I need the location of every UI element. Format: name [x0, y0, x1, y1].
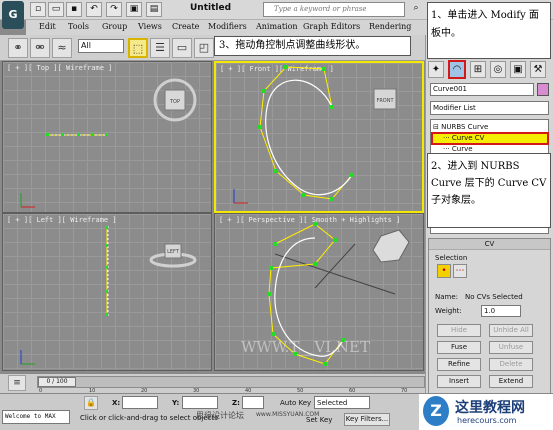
selection-group-label: Selection — [435, 254, 468, 262]
select-by-name-icon[interactable]: ☰ — [150, 38, 170, 58]
menu-tools[interactable]: Tools — [68, 22, 89, 31]
front-cv-lines — [259, 66, 353, 200]
viewport-front-canvas: FRONT — [233, 65, 397, 204]
selected-dropdown[interactable]: Selected — [314, 396, 370, 409]
name-label: Name: — [435, 293, 459, 301]
viewport-left-canvas: LEFT — [20, 226, 197, 365]
viewcube-front-text: FRONT — [376, 98, 394, 104]
auto-key-label[interactable]: Auto Key — [280, 399, 311, 407]
menu-views[interactable]: Views — [138, 22, 162, 31]
stack-item-label: Curve CV — [451, 134, 485, 142]
insert-button[interactable]: Insert — [437, 375, 481, 388]
menu-modifiers[interactable]: Modifiers — [208, 22, 247, 31]
viewport-top-canvas: TOP — [20, 78, 197, 208]
weight-label: Weight: — [435, 307, 462, 315]
annotation-step2: 2、进入到 NURBS Curve 层下的 Curve CV 子对象层。 — [427, 153, 551, 228]
name-value: No CVs Selected — [465, 293, 523, 301]
annotation-step1: 1、单击进入 Modify 面板中。 — [427, 2, 551, 59]
binoculars-icon[interactable]: ⌕ — [408, 2, 424, 17]
stack-item-label: Curve — [451, 145, 473, 153]
object-color-swatch[interactable] — [537, 83, 549, 96]
refine-button[interactable]: Refine — [437, 358, 481, 371]
time-slider-thumb[interactable]: 0 / 100 — [38, 377, 76, 387]
viewport-perspective[interactable]: [ + ][ Perspective ][ Smooth + Highlight… — [214, 213, 424, 371]
site-url: herecours.com — [457, 416, 517, 425]
utilities-tab-icon[interactable]: ⚒ — [530, 61, 546, 78]
site-logo-icon: Z — [423, 396, 449, 426]
z-coordinate-field[interactable] — [242, 396, 264, 409]
viewcube-top-text: TOP — [169, 99, 180, 105]
search-input[interactable]: Type a keyword or phrase — [263, 2, 405, 17]
bind-space-warp-icon[interactable]: ≈ — [52, 38, 72, 58]
front-curve — [265, 79, 353, 196]
forum-url-watermark: www.MISSYUAN.COM — [256, 411, 320, 418]
rectangular-selection-icon[interactable]: ▭ — [172, 38, 192, 58]
create-tab-icon[interactable]: ✦ — [428, 61, 444, 78]
key-filters-button[interactable]: Key Filters... — [344, 413, 390, 426]
new-file-icon[interactable]: ▫ — [30, 2, 46, 17]
time-slider[interactable]: 0 / 100 — [37, 376, 425, 388]
undo-icon[interactable]: ↶ — [86, 2, 102, 17]
save-file-icon[interactable]: ▪ — [66, 2, 82, 17]
object-name-field[interactable]: Curve001 — [430, 83, 534, 96]
grid-axis — [274, 253, 396, 295]
modify-tab-icon[interactable]: ◠ — [448, 60, 466, 79]
single-cv-icon[interactable]: • — [437, 264, 451, 278]
unfuse-button[interactable]: Unfuse — [489, 341, 533, 354]
hierarchy-tab-icon[interactable]: ⊞ — [470, 61, 486, 78]
menu-animation[interactable]: Animation — [256, 22, 298, 31]
cv-rollout-header[interactable]: CV — [429, 239, 550, 250]
viewcube-perspective[interactable] — [372, 229, 410, 263]
menu-rendering[interactable]: Rendering — [369, 22, 411, 31]
grid-axis — [314, 243, 356, 289]
redo-icon[interactable]: ↷ — [106, 2, 122, 17]
viewport-left[interactable]: [ + ][ Left ][ Wireframe ] LEFT — [2, 213, 212, 371]
menu-edit[interactable]: Edit — [39, 22, 56, 31]
viewcube-left-text: LEFT — [167, 249, 180, 255]
selection-filter-dropdown[interactable]: All — [78, 39, 124, 53]
front-cv-points — [258, 65, 354, 201]
select-object-icon[interactable]: ⬚ — [128, 38, 148, 58]
display-tab-icon[interactable]: ▣ — [510, 61, 526, 78]
menu-graph-editors[interactable]: Graph Editors — [303, 22, 360, 31]
forum-watermark: 思缘设计论坛 — [196, 411, 244, 420]
unhide-all-button[interactable]: Unhide All — [489, 324, 533, 337]
mini-curve-editor-icon[interactable]: ≡ — [8, 375, 26, 391]
unlink-icon[interactable]: ⚮ — [30, 38, 50, 58]
hold-icon[interactable]: ▣ — [126, 2, 142, 17]
site-watermark: Z 这里教程网 herecours.com — [419, 394, 553, 430]
x-coordinate-field[interactable] — [122, 396, 158, 409]
y-label: Y: — [172, 399, 180, 407]
delete-button[interactable]: Delete — [489, 358, 533, 371]
app-logo-icon[interactable]: G — [2, 1, 24, 29]
fetch-icon[interactable]: ▤ — [146, 2, 162, 17]
viewport-top[interactable]: [ + ][ Top ][ Wireframe ] TOP — [2, 61, 212, 213]
maxscript-listener[interactable]: Welcome to MAX — [2, 410, 70, 424]
menu-group[interactable]: Group — [102, 22, 127, 31]
site-name: 这里教程网 — [455, 400, 525, 416]
z-label: Z: — [232, 399, 240, 407]
document-title: Untitled — [190, 3, 232, 13]
fuse-button[interactable]: Fuse — [437, 341, 481, 354]
stack-item-nurbs-curve[interactable]: ⊟ NURBS Curve — [433, 123, 547, 132]
viewport-watermark: WWW.T__VI.NET — [241, 338, 371, 356]
motion-tab-icon[interactable]: ◎ — [490, 61, 506, 78]
stack-item-curve-cv[interactable]: ··· Curve CV — [431, 132, 549, 145]
menu-create[interactable]: Create — [172, 22, 199, 31]
viewport-front[interactable]: [ + ][ Front ][ Wireframe ] FRONT — [214, 61, 424, 213]
link-icon[interactable]: ⚭ — [8, 38, 28, 58]
hide-button[interactable]: Hide — [437, 324, 481, 337]
window-crossing-icon[interactable]: ◰ — [194, 38, 214, 58]
annotation-step3: 3、拖动角控制点调整曲线形状。 — [214, 36, 411, 56]
y-coordinate-field[interactable] — [182, 396, 218, 409]
modifier-list-dropdown[interactable]: Modifier List — [430, 101, 549, 115]
stack-item-label: NURBS Curve — [441, 123, 489, 131]
cv-rollout: CV Selection • ⋯ Name: No CVs Selected W… — [428, 238, 551, 394]
x-label: X: — [112, 399, 121, 407]
weight-spinner[interactable]: 1.0 — [481, 305, 521, 317]
lock-selection-icon[interactable]: 🔒 — [84, 396, 98, 410]
row-cv-icon[interactable]: ⋯ — [453, 264, 467, 278]
extend-button[interactable]: Extend — [489, 375, 533, 388]
open-file-icon[interactable]: ▭ — [48, 2, 64, 17]
